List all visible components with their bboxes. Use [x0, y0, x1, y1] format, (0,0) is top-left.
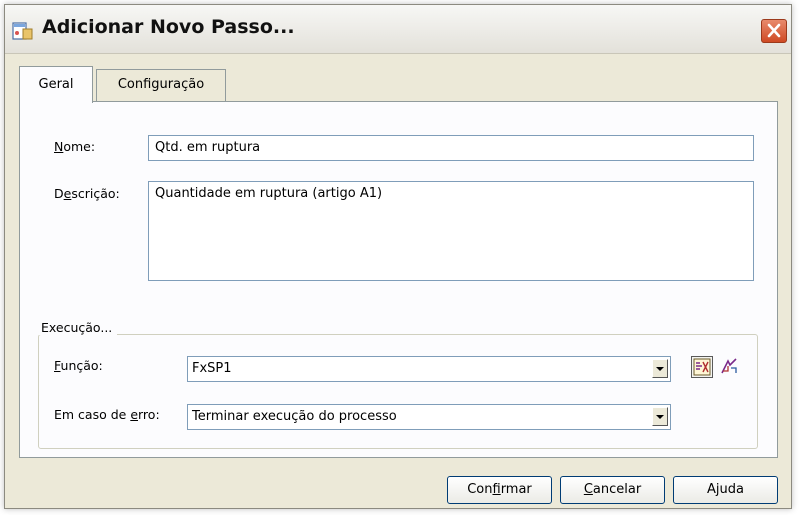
function-editor-icon: [693, 358, 711, 376]
close-button[interactable]: [761, 19, 787, 43]
function-label-rest: unção:: [60, 358, 103, 373]
error-label-post: rro:: [138, 407, 160, 422]
function-select-value: FxSP1: [192, 361, 232, 376]
error-action-value: Terminar execução do processo: [192, 409, 397, 424]
execution-group-label: Execução...: [36, 320, 118, 335]
description-label-pre: D: [54, 186, 64, 201]
tab-panel-geral: Nome: Qtd. em ruptura Descrição: Quantid…: [19, 101, 778, 458]
chevron-down-icon: [656, 415, 664, 419]
function-select[interactable]: FxSP1: [187, 356, 671, 382]
cancel-label-post: ancelar: [592, 482, 642, 497]
dialog-title: Adicionar Novo Passo...: [42, 16, 295, 38]
cancel-label-accel: C: [583, 482, 593, 497]
description-label-post: scrição:: [71, 186, 120, 201]
confirm-button[interactable]: Confirmar: [447, 476, 552, 504]
error-dropdown-arrow[interactable]: [652, 407, 668, 426]
cancel-button[interactable]: Cancelar: [560, 476, 665, 504]
dialog-window: Adicionar Novo Passo... Geral Configuraç…: [4, 4, 792, 509]
help-button[interactable]: Ajuda: [673, 476, 778, 504]
confirm-label-post: irmar: [500, 482, 532, 497]
execution-group: [38, 334, 758, 449]
function-wizard-button[interactable]: [719, 356, 741, 378]
function-dropdown-arrow[interactable]: [652, 359, 668, 378]
tab-configuracao[interactable]: Configuração: [96, 69, 226, 102]
help-label-pre: A: [707, 482, 716, 497]
error-label-accel: e: [130, 407, 139, 422]
tab-geral[interactable]: Geral: [19, 66, 93, 103]
dialog-app-icon: [11, 19, 35, 43]
name-label: Nome:: [54, 139, 95, 154]
title-bar[interactable]: Adicionar Novo Passo...: [5, 5, 791, 54]
description-label: Descrição:: [54, 186, 120, 201]
name-label-rest: ome:: [63, 139, 96, 154]
description-field[interactable]: Quantidade em ruptura (artigo A1): [148, 181, 754, 281]
name-label-accel: N: [54, 139, 64, 154]
error-label-pre: Em caso de: [54, 407, 131, 422]
confirm-label-pre: Con: [467, 482, 493, 497]
function-label: Função:: [54, 358, 103, 373]
close-icon: [767, 23, 781, 38]
name-field[interactable]: Qtd. em ruptura: [148, 135, 754, 161]
error-label: Em caso de erro:: [54, 407, 160, 422]
function-editor-button[interactable]: [691, 356, 713, 378]
error-action-select[interactable]: Terminar execução do processo: [187, 404, 671, 430]
function-wizard-icon: [721, 358, 737, 374]
confirm-label-accel: f: [492, 482, 501, 497]
chevron-down-icon: [656, 367, 664, 371]
help-label-post: uda: [719, 482, 744, 497]
